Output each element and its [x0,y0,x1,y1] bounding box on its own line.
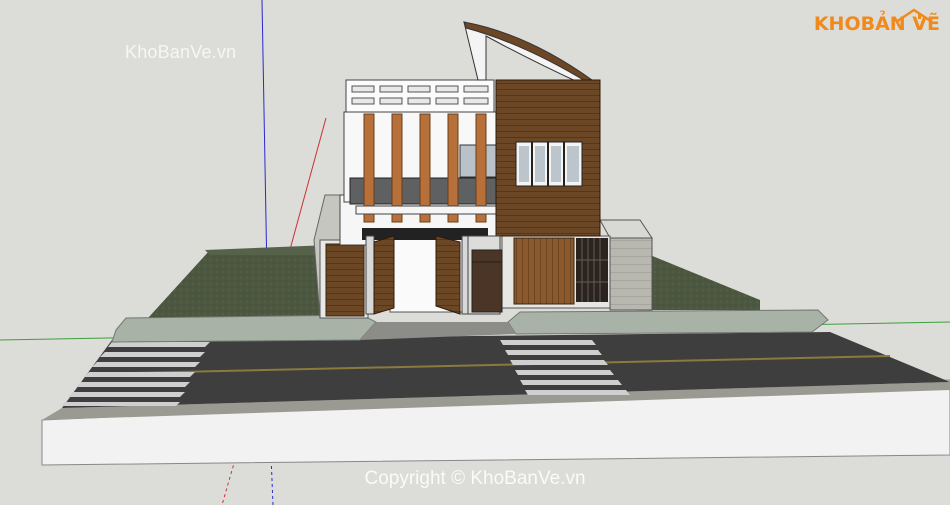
brand-logo: KHO BẢN VẼ [814,8,940,34]
wood-screen-left [325,243,365,317]
model-scene [0,0,950,505]
gate-post-left [365,235,375,315]
grass-lot-right [650,255,760,310]
gate-leaf-left [373,235,395,315]
watermark-bottom: Copyright © KhoBanVe.vn [364,468,586,489]
grass-back [205,245,330,255]
roof-parapet [345,79,495,113]
curb-left [111,314,377,343]
watermark-top: KhoBanVe.vn [125,42,237,62]
curb-right [507,309,829,335]
house-roof-icon [895,8,933,24]
gate-leaf-right [435,235,461,315]
wall-right-top [599,219,653,239]
sketchup-viewport[interactable]: KhoBanVe.vn KHO BẢN VẼ Copyright © KhoBa… [0,0,950,505]
fin-beam [355,205,497,215]
pedestrian-gate [471,249,503,313]
wall-right-front [609,237,653,311]
grass-lot [148,250,330,320]
metal-grille [576,238,608,302]
wood-screen-right [513,237,575,305]
